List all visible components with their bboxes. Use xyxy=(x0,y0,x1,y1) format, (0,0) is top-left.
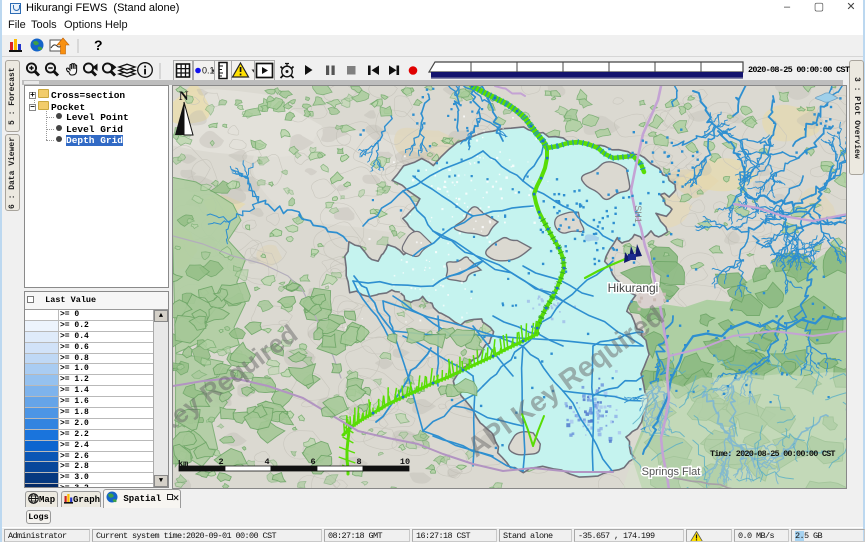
svg-text:2: 2 xyxy=(218,457,223,467)
svg-text:8: 8 xyxy=(356,457,361,467)
svg-text:4: 4 xyxy=(264,457,269,467)
svg-text:Springs Flat: Springs Flat xyxy=(642,466,701,478)
svg-text:N: N xyxy=(179,88,189,103)
svg-text:6: 6 xyxy=(310,457,315,467)
svg-text:Hikurangi: Hikurangi xyxy=(608,281,659,295)
svg-text:Time: 2020-08-25 00:00:00 CST: Time: 2020-08-25 00:00:00 CST xyxy=(710,449,835,459)
svg-text:10: 10 xyxy=(400,457,410,467)
svg-text:SH1: SH1 xyxy=(633,205,643,223)
